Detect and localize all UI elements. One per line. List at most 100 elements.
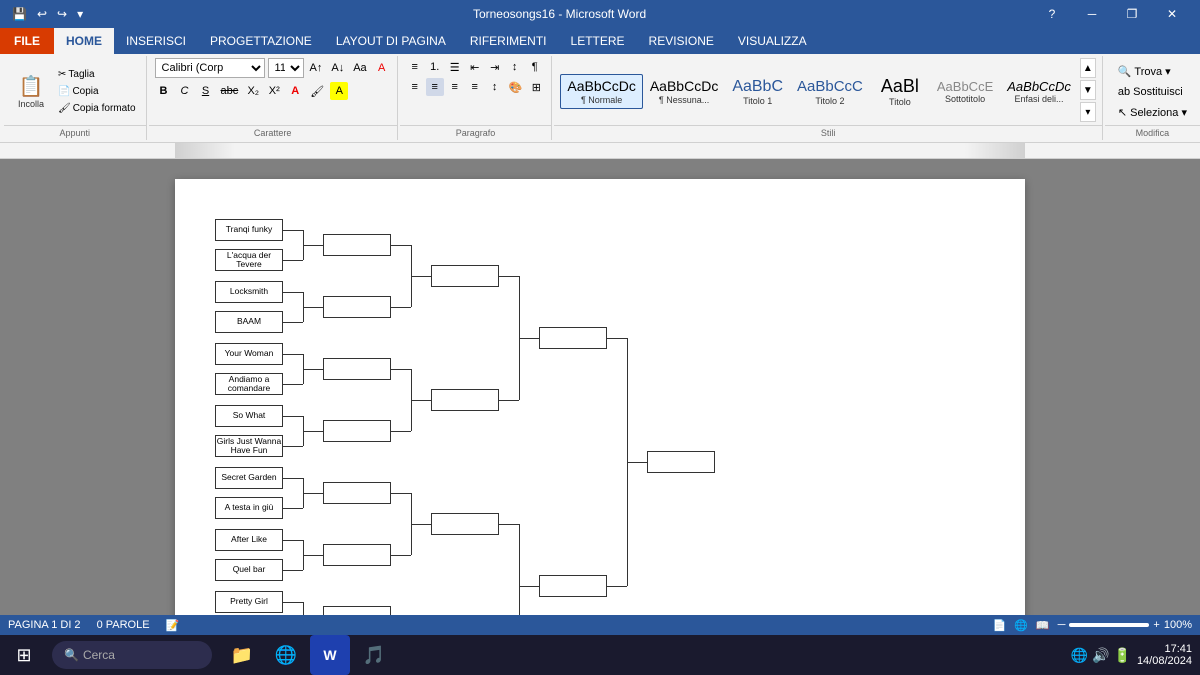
zoom-slider[interactable] (1069, 623, 1149, 627)
styles-scroll-up[interactable]: ▲ (1080, 58, 1096, 78)
tournament-bracket: Tranqi funky L'acqua der Tevere Locksmit… (215, 209, 995, 615)
redo-icon[interactable]: ↪ (53, 5, 71, 23)
taskbar-chrome[interactable]: 🌐 (266, 635, 306, 675)
minimize-button[interactable]: ─ (1072, 0, 1112, 28)
close-button[interactable]: ✕ (1152, 0, 1192, 28)
superscript-button[interactable]: X² (265, 82, 283, 100)
align-center-button[interactable]: ≡ (426, 78, 444, 96)
text-highlight-button[interactable]: A (330, 82, 348, 100)
font-size-select[interactable]: 11 (268, 58, 304, 78)
zoom-out-button[interactable]: ─ (1058, 619, 1066, 631)
trova-button[interactable]: 🔍 Trova ▾ (1111, 62, 1194, 81)
increase-indent-button[interactable]: ⇥ (486, 58, 504, 76)
copia-formato-button[interactable]: 🖌 Copia formato (54, 101, 140, 116)
line-qfm1 (411, 276, 431, 277)
style-sottotitolo[interactable]: AaBbCcE Sottotitolo (930, 75, 1000, 109)
match-r16-2 (323, 296, 391, 318)
window-title: Torneosongs16 - Microsoft Word (87, 7, 1032, 21)
tab-progettazione[interactable]: PROGETTAZIONE (198, 28, 324, 54)
line-r1 (303, 245, 323, 246)
tab-riferimenti[interactable]: RIFERIMENTI (458, 28, 559, 54)
tab-revisione[interactable]: REVISIONE (637, 28, 726, 54)
search-bar[interactable]: 🔍 Cerca (52, 641, 212, 669)
clipboard-small-buttons: ✂ Taglia 📄 Copia 🖌 Copia formato (54, 67, 140, 116)
underline-button[interactable]: S (197, 82, 215, 100)
match-sf2 (539, 575, 607, 597)
styles-scroll-down[interactable]: ▼ (1080, 80, 1096, 100)
tab-inserisci[interactable]: INSERISCI (114, 28, 198, 54)
tray-icons: 🌐 🔊 🔋 (1071, 647, 1131, 664)
clear-format-button[interactable]: A (373, 59, 391, 77)
justify-button[interactable]: ≡ (466, 78, 484, 96)
style-titolo2[interactable]: AaBbCcC Titolo 2 (790, 74, 870, 110)
restore-button[interactable]: ❐ (1112, 0, 1152, 28)
group-stili: AaBbCcDc ¶ Normale AaBbCcDc ¶ Nessuna...… (554, 56, 1102, 140)
taskbar-file-explorer[interactable]: 📁 (222, 635, 262, 675)
incolla-button[interactable]: 📋 Incolla (10, 71, 52, 112)
undo-icon[interactable]: ↩ (33, 5, 51, 23)
sostituisci-button[interactable]: ab Sostituisci (1111, 83, 1194, 101)
style-normale[interactable]: AaBbCcDc ¶ Normale (560, 74, 642, 109)
line-sf2a (499, 524, 519, 525)
match-sf1 (539, 327, 607, 349)
style-enfasi[interactable]: AaBbCcDc Enfasi deli... (1000, 75, 1078, 109)
taskbar-word[interactable]: W (310, 635, 350, 675)
customize-icon[interactable]: ▾ (73, 5, 87, 23)
save-icon[interactable]: 💾 (8, 5, 31, 23)
bullets-button[interactable]: ≡ (406, 58, 424, 76)
search-icon: 🔍 (64, 648, 79, 662)
align-right-button[interactable]: ≡ (446, 78, 464, 96)
style-nessuna[interactable]: AaBbCcDc ¶ Nessuna... (643, 74, 725, 109)
tab-lettere[interactable]: LETTERE (559, 28, 637, 54)
windows-icon: ⊞ (16, 645, 31, 666)
change-case-button[interactable]: Aa (350, 59, 369, 77)
line-fin-a (607, 338, 627, 339)
line-sfm2 (519, 586, 539, 587)
tab-file[interactable]: FILE (0, 28, 54, 54)
style-titolo1[interactable]: AaBbC Titolo 1 (725, 73, 790, 110)
line-s13 (283, 602, 303, 603)
styles-expand[interactable]: ▾ (1080, 102, 1096, 122)
font-color-button[interactable]: A (286, 82, 304, 100)
match-r16-6 (323, 544, 391, 566)
start-button[interactable]: ⊞ (0, 635, 48, 675)
multilevel-list-button[interactable]: ☰ (446, 58, 464, 76)
align-left-button[interactable]: ≡ (406, 78, 424, 96)
numbered-list-button[interactable]: 1. (426, 58, 444, 76)
shading-button[interactable]: 🎨 (506, 78, 526, 96)
bold-button[interactable]: B (155, 82, 173, 100)
borders-button[interactable]: ⊞ (527, 78, 545, 96)
match-qf1 (431, 265, 499, 287)
strikethrough-button[interactable]: abc (218, 82, 242, 100)
decrease-font-button[interactable]: A↓ (328, 59, 347, 77)
sort-button[interactable]: ↕ (506, 58, 524, 76)
stili-content: AaBbCcDc ¶ Normale AaBbCcDc ¶ Nessuna...… (560, 58, 1095, 125)
highlight-button[interactable]: 🖌 (307, 82, 327, 100)
italic-button[interactable]: C (176, 82, 194, 100)
tab-home[interactable]: HOME (54, 28, 114, 54)
copia-button[interactable]: 📄 Copia (54, 84, 140, 99)
tab-visualizza[interactable]: VISUALIZZA (726, 28, 819, 54)
zoom-in-button[interactable]: + (1153, 619, 1159, 631)
line-r3 (303, 369, 323, 370)
seed-12: Quel bar (215, 559, 283, 581)
style-titolo[interactable]: AaBl Titolo (870, 72, 930, 112)
tab-layout[interactable]: LAYOUT DI PAGINA (324, 28, 458, 54)
seleziona-button[interactable]: ↖ Seleziona ▾ (1111, 103, 1194, 122)
increase-font-button[interactable]: A↑ (307, 59, 326, 77)
line-qf3b (391, 555, 411, 556)
view-print-icon[interactable]: 📄 (993, 619, 1007, 632)
font-family-select[interactable]: Calibri (Corp (155, 58, 265, 78)
taskbar-spotify[interactable]: 🎵 (354, 635, 394, 675)
line-spacing-button[interactable]: ↕ (486, 78, 504, 96)
help-button[interactable]: ? (1032, 0, 1072, 28)
stili-label: Stili (554, 125, 1101, 138)
show-formatting-button[interactable]: ¶ (526, 58, 544, 76)
document-area[interactable]: Tranqi funky L'acqua der Tevere Locksmit… (0, 159, 1200, 615)
view-read-icon[interactable]: 📖 (1036, 619, 1050, 632)
view-web-icon[interactable]: 🌐 (1014, 619, 1028, 632)
search-placeholder: Cerca (83, 648, 115, 662)
decrease-indent-button[interactable]: ⇤ (466, 58, 484, 76)
taglia-button[interactable]: ✂ Taglia (54, 67, 140, 82)
subscript-button[interactable]: X₂ (244, 82, 262, 100)
